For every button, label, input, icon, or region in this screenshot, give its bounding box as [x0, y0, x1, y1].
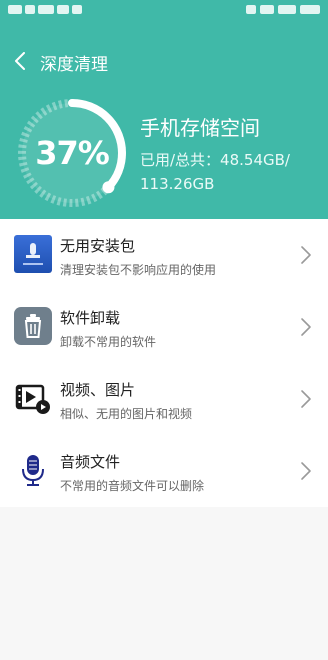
item-subtitle: 卸载不常用的软件	[60, 335, 157, 349]
back-button[interactable]	[10, 44, 34, 78]
chevron-right-icon	[301, 390, 311, 408]
storage-usage-line1: 已用/总共：48.54GB/	[140, 151, 290, 169]
item-title: 视频、图片	[60, 381, 136, 399]
status-bar	[0, 0, 328, 22]
vibrate-icon	[260, 5, 274, 14]
notification-icon	[8, 5, 22, 14]
status-icons-left	[8, 5, 82, 14]
clock-icon	[300, 5, 320, 14]
list-item-apk-packages[interactable]: 无用安装包 清理安装包不影响应用的使用	[0, 219, 328, 291]
wifi-icon	[57, 5, 69, 14]
storage-usage: 已用/总共：48.54GB/ 113.26GB	[140, 148, 324, 196]
microphone-icon	[22, 455, 44, 486]
apk-package-icon	[14, 235, 52, 273]
storage-usage-line2: 113.26GB	[140, 175, 215, 193]
empty-area	[0, 507, 328, 660]
battery-icon	[278, 5, 296, 14]
status-icons-right	[246, 5, 320, 14]
title-bar: 深度清理	[0, 44, 328, 78]
app-icon	[72, 5, 82, 14]
list-item-uninstall-apps[interactable]: 软件卸载 卸载不常用的软件	[0, 291, 328, 363]
item-title: 软件卸载	[60, 309, 121, 327]
video-image-icon	[15, 384, 50, 414]
trash-can-icon	[14, 307, 52, 345]
chevron-right-icon	[301, 462, 311, 480]
storage-title: 手机存储空间	[140, 116, 260, 140]
clean-options-list: 无用安装包 清理安装包不影响应用的使用 软件卸载 卸载不常用的软件 视频、图片 …	[0, 219, 328, 507]
chevron-right-icon	[301, 318, 311, 336]
item-subtitle: 相似、无用的图片和视频	[60, 407, 193, 421]
item-title: 无用安装包	[60, 237, 136, 255]
item-title: 音频文件	[60, 453, 121, 471]
signal-icon	[38, 5, 54, 14]
list-item-videos-images[interactable]: 视频、图片 相似、无用的图片和视频	[0, 363, 328, 435]
chevron-left-icon	[15, 52, 25, 70]
header-panel: 深度清理 37% 手机存储空间 已用/总共：48.54GB/ 113.26GB	[0, 0, 328, 219]
list-item-audio-files[interactable]: 音频文件 不常用的音频文件可以删除	[0, 435, 328, 507]
storage-percent: 37%	[35, 134, 110, 172]
chevron-right-icon	[301, 246, 311, 264]
item-subtitle: 不常用的音频文件可以删除	[60, 479, 205, 493]
alarm-icon	[246, 5, 256, 14]
page-title: 深度清理	[40, 55, 108, 75]
storage-gauge: 37%	[16, 97, 128, 209]
item-subtitle: 清理安装包不影响应用的使用	[60, 263, 217, 277]
network-icon	[25, 5, 35, 14]
